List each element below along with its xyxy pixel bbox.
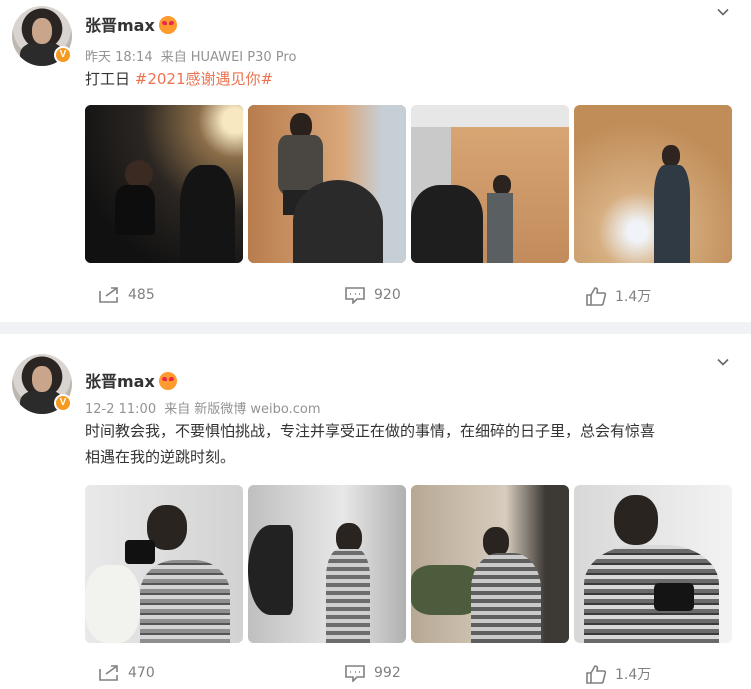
post-actions: 470 992 1.4万 — [0, 664, 751, 688]
post-text-line: 时间教会我，不要惧怕挑战，专注并享受正在做的事情，在细碎的日子里，总会有惊喜 — [85, 422, 656, 440]
post-text: 打工日 #2021感谢遇见你# — [85, 66, 731, 92]
thumbs-up-icon — [586, 287, 607, 306]
comment-count: 992 — [374, 665, 401, 681]
post-text-line: 相遇在我的逆跳时刻。 — [85, 448, 236, 466]
post-image[interactable] — [248, 105, 406, 263]
source-prefix: 来自 — [164, 402, 191, 417]
post-image[interactable] — [574, 485, 732, 643]
repost-icon — [99, 287, 118, 303]
comment-button[interactable]: 992 — [344, 664, 401, 682]
post-image[interactable] — [248, 485, 406, 643]
comment-count: 920 — [374, 287, 401, 303]
like-button[interactable]: 1.4万 — [585, 286, 651, 306]
weibo-post-1: V 张晋max 昨天 18:14 来自 HUAWEI P30 Pro 打工日 #2… — [0, 0, 751, 322]
like-count: 1.4万 — [615, 667, 652, 683]
thumbs-up-icon — [586, 665, 607, 684]
repost-count: 470 — [128, 665, 155, 681]
post-image[interactable] — [411, 485, 569, 643]
post-image[interactable] — [574, 105, 732, 263]
repost-button[interactable]: 470 — [98, 664, 155, 682]
author-name[interactable]: 张晋max — [85, 12, 155, 36]
source-prefix: 来自 — [160, 50, 187, 65]
comment-icon — [345, 287, 365, 304]
weibo-post-2: V 张晋max 12-2 11:00 来自 新版微博 weibo.com 时间教会… — [0, 334, 751, 689]
comment-button[interactable]: 920 — [344, 286, 401, 304]
post-actions: 485 920 1.4万 — [0, 286, 751, 310]
like-count: 1.4万 — [615, 289, 652, 305]
repost-icon — [99, 665, 118, 681]
post-source: HUAWEI P30 Pro — [190, 50, 297, 65]
repost-button[interactable]: 485 — [98, 286, 155, 304]
chevron-down-icon[interactable] — [717, 356, 729, 368]
post-image[interactable] — [85, 105, 243, 263]
verified-badge-icon: V — [54, 46, 72, 64]
post-time[interactable]: 12-2 11:00 — [85, 402, 156, 417]
post-source: 新版微博 weibo.com — [194, 402, 321, 417]
post-time[interactable]: 昨天 18:14 — [85, 50, 153, 65]
comment-icon — [345, 665, 365, 682]
hashtag-link[interactable]: #2021感谢遇见你# — [135, 70, 273, 88]
member-emoji-icon — [159, 372, 177, 390]
post-image[interactable] — [411, 105, 569, 263]
verified-badge-icon: V — [54, 394, 72, 412]
post-meta: 昨天 18:14 来自 HUAWEI P30 Pro — [85, 46, 300, 65]
post-text: 时间教会我，不要惧怕挑战，专注并享受正在做的事情，在细碎的日子里，总会有惊喜 相… — [85, 418, 731, 470]
member-emoji-icon — [159, 16, 177, 34]
post-text-plain: 打工日 — [85, 70, 135, 88]
chevron-down-icon[interactable] — [717, 6, 729, 18]
repost-count: 485 — [128, 287, 155, 303]
post-meta: 12-2 11:00 来自 新版微博 weibo.com — [85, 398, 325, 417]
like-button[interactable]: 1.4万 — [585, 664, 651, 684]
post-image[interactable] — [85, 485, 243, 643]
author-name[interactable]: 张晋max — [85, 368, 155, 392]
